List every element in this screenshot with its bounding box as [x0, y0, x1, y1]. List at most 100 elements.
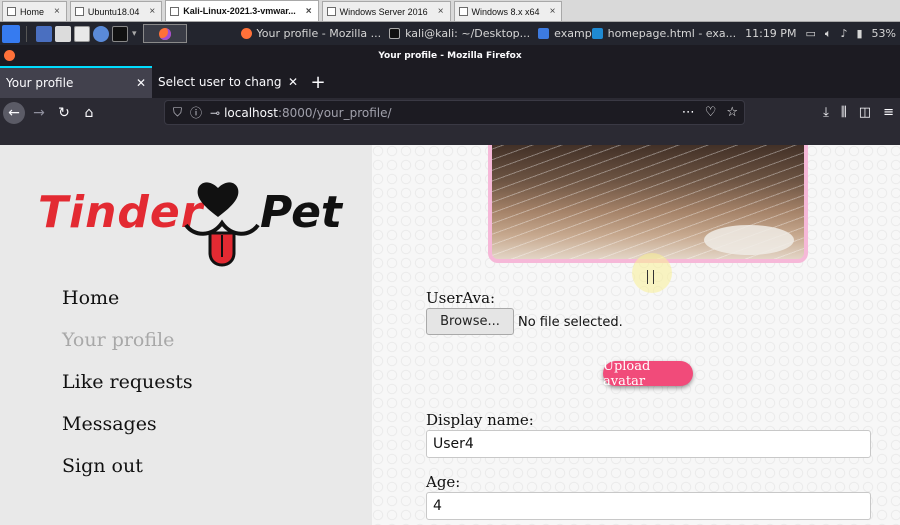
file-manager-icon[interactable] — [55, 25, 71, 42]
kali-menu-icon[interactable] — [2, 24, 20, 43]
menu-item-like-requests[interactable]: Like requests — [62, 361, 193, 403]
desktop-panel: ▾ Your profile - Mozilla ... kali@kali: … — [0, 22, 900, 45]
browser-tab-bar: Your profile ✕ Select user to change | Dj… — [0, 66, 900, 98]
notification-bell-icon[interactable]: ♪ — [840, 27, 847, 40]
key-icon[interactable]: ⊸ — [210, 106, 220, 120]
close-icon[interactable]: × — [54, 6, 60, 17]
library-icon[interactable]: ⫼ — [841, 105, 847, 120]
browse-button[interactable]: Browse... — [426, 308, 514, 335]
task-label: Your profile - Mozilla ... — [256, 27, 382, 40]
vmware-tab-strip: Home × Ubuntu18.04 × Kali-Linux-2021.3-vmw… — [0, 0, 900, 22]
text-editor-icon[interactable] — [74, 25, 90, 42]
vscode-icon — [591, 28, 603, 39]
workspace-switcher[interactable] — [142, 24, 187, 43]
dog-mouth-icon — [184, 219, 260, 267]
taskbar-vscode[interactable]: homepage.html - exa... — [591, 27, 737, 40]
vm-tab-label: Windows 8.x x64 — [471, 6, 540, 17]
volume-icon[interactable]: 🔈︎ — [825, 27, 832, 41]
close-icon[interactable]: × — [306, 6, 312, 17]
close-icon[interactable]: × — [550, 6, 556, 17]
browser-icon[interactable] — [93, 25, 109, 42]
file-status: No file selected. — [518, 315, 623, 330]
sidebar: Tinder Pet Home Your profile Like reques… — [0, 145, 372, 525]
vm-tab-win8[interactable]: Windows 8.x x64 × — [453, 1, 563, 21]
menu-item-home[interactable]: Home — [62, 277, 193, 319]
window-titlebar: Your profile - Mozilla Firefox — [0, 45, 900, 66]
firefox-icon — [158, 27, 171, 40]
close-icon[interactable]: × — [149, 6, 155, 17]
show-desktop-icon[interactable] — [36, 25, 52, 42]
task-label: kali@kali: ~/Desktop... — [405, 27, 531, 40]
toolbar-right: ⤓ ⫼ ◫ ≡ — [823, 98, 894, 127]
vm-tab-label: Windows Server 2016 — [339, 6, 428, 17]
pocket-icon[interactable]: ♡ — [705, 105, 717, 120]
display-name-label: Display name: — [426, 411, 534, 429]
text-cursor-icon — [647, 270, 654, 284]
panel-clock[interactable]: 11:19 PM — [745, 27, 796, 40]
vm-icon — [458, 7, 468, 16]
battery-percent: 53% — [871, 27, 896, 40]
close-icon[interactable]: ✕ — [136, 76, 146, 90]
tab-your-profile[interactable]: Your profile ✕ — [0, 66, 152, 98]
task-label: homepage.html - exa... — [607, 27, 737, 40]
reload-button[interactable]: ↻ — [53, 102, 75, 124]
firefox-icon — [4, 50, 15, 61]
new-tab-button[interactable]: + — [304, 66, 332, 98]
panel-separator — [26, 25, 27, 42]
home-icon — [7, 7, 16, 16]
panel-tray: homepage.html - exa... 11:19 PM ▭ 🔈︎ ♪ ▮… — [591, 22, 896, 45]
bookmark-star-icon[interactable]: ☆ — [726, 105, 738, 120]
taskbar-terminal[interactable]: kali@kali: ~/Desktop... — [389, 27, 530, 40]
age-field[interactable]: 4 — [426, 492, 871, 520]
logo-word-tinder: Tinder — [38, 187, 204, 238]
navigation-toolbar: ← → ↻ ⌂ ⛉ ⓘ ⊸ localhost:8000/your_profil… — [0, 98, 900, 127]
url-path: :8000/your_profile/ — [277, 105, 392, 120]
tab-label: Select user to change | Djang — [158, 75, 282, 89]
firefox-icon — [240, 28, 252, 39]
menu-item-messages[interactable]: Messages — [62, 403, 193, 445]
menu-item-your-profile[interactable]: Your profile — [62, 319, 193, 361]
chevron-down-icon[interactable]: ▾ — [132, 29, 137, 39]
menu-hamburger-icon[interactable]: ≡ — [883, 105, 894, 120]
url-actions: ⋯ ♡ ☆ — [682, 105, 738, 120]
vm-tab-home[interactable]: Home × — [2, 1, 67, 21]
taskbar-firefox[interactable]: Your profile - Mozilla ... — [240, 27, 382, 40]
shield-icon[interactable]: ⛉ — [173, 105, 182, 120]
download-icon[interactable]: ⤓ — [823, 105, 829, 120]
sidebar-icon[interactable]: ◫ — [859, 105, 871, 120]
screen-icon[interactable]: ▭ — [805, 27, 815, 40]
vm-tab-label: Home — [20, 6, 45, 17]
vm-tab-ubuntu[interactable]: Ubuntu18.04 × — [69, 1, 163, 21]
vm-tab-winserver[interactable]: Windows Server 2016 × — [321, 1, 451, 21]
vm-tab-label: Kali-Linux-2021.3-vmwar... — [183, 6, 296, 16]
upload-avatar-button[interactable]: Upload avatar — [603, 359, 693, 389]
vm-tab-label: Ubuntu18.04 — [87, 6, 140, 17]
home-button[interactable]: ⌂ — [78, 102, 100, 124]
display-name-field[interactable]: User4 — [426, 430, 871, 458]
tinder-pet-logo[interactable]: Tinder Pet — [38, 177, 342, 277]
vm-icon — [326, 7, 336, 16]
folder-icon — [538, 28, 550, 39]
forward-button[interactable]: → — [28, 102, 50, 124]
logo-word-pet: Pet — [260, 187, 342, 238]
info-icon[interactable]: ⓘ — [190, 104, 202, 121]
terminal-icon[interactable] — [112, 25, 128, 42]
tab-select-user[interactable]: Select user to change | Djang ✕ — [152, 66, 304, 98]
more-actions-icon[interactable]: ⋯ — [682, 105, 695, 120]
close-icon[interactable]: ✕ — [288, 75, 298, 89]
profile-main: UserAva: Browse... No file selected. Upl… — [372, 145, 900, 525]
back-button[interactable]: ← — [3, 101, 25, 124]
age-label: Age: — [426, 473, 461, 491]
vm-icon — [170, 6, 180, 16]
ava-label: UserAva: — [426, 289, 496, 307]
avatar-image — [488, 145, 808, 263]
terminal-icon — [389, 28, 401, 39]
close-icon[interactable]: × — [438, 6, 444, 17]
battery-icon[interactable]: ▮ — [856, 27, 862, 40]
vm-tab-kali[interactable]: Kali-Linux-2021.3-vmwar... × — [165, 0, 319, 21]
sidebar-menu: Home Your profile Like requests Messages… — [62, 277, 193, 487]
menu-item-sign-out[interactable]: Sign out — [62, 445, 193, 487]
tab-label: Your profile — [6, 76, 74, 90]
whisker-highlight — [704, 225, 794, 255]
url-bar[interactable]: ⛉ ⓘ ⊸ localhost:8000/your_profile/ ⋯ ♡ ☆ — [164, 100, 745, 125]
